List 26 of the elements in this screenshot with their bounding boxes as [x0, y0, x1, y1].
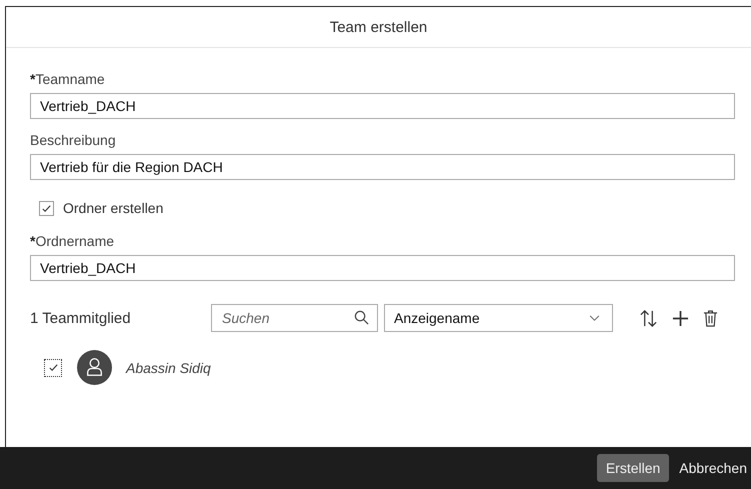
checkbox[interactable]	[44, 358, 62, 376]
required-mark: *	[30, 71, 36, 87]
required-mark: *	[30, 233, 36, 249]
search-icon[interactable]	[354, 310, 369, 325]
field-label: Ordnername	[35, 233, 114, 249]
input-field[interactable]: Vertrieb für die Region DACH	[30, 154, 735, 180]
create-button[interactable]: Erstellen	[596, 454, 670, 482]
checkbox[interactable]	[39, 200, 54, 216]
sort-icon[interactable]	[639, 308, 658, 328]
field-label: Beschreibung	[30, 132, 116, 148]
chevron-down-icon[interactable]	[589, 314, 600, 322]
avatar-icon	[77, 350, 112, 385]
add-icon[interactable]	[672, 310, 689, 326]
input-field[interactable]: Vertrieb_DACH	[30, 93, 735, 119]
member-name[interactable]: Abassin Sidiq	[126, 360, 211, 376]
cancel-button[interactable]: Abbrechen	[675, 454, 751, 482]
sort-dropdown[interactable]: Anzeigename	[384, 304, 613, 332]
field-label: Teamname	[35, 71, 105, 87]
checkmark-icon	[41, 202, 52, 214]
checkmark-icon	[48, 362, 58, 373]
search-field[interactable]: Suchen	[211, 304, 378, 332]
dialog-title: Team erstellen	[330, 18, 428, 36]
trash-icon[interactable]	[703, 310, 718, 326]
member-count: 1 Teammitglied	[30, 310, 132, 326]
input-field[interactable]: Vertrieb_DACH	[30, 255, 735, 281]
checkbox-label: Ordner erstellen	[63, 200, 164, 216]
